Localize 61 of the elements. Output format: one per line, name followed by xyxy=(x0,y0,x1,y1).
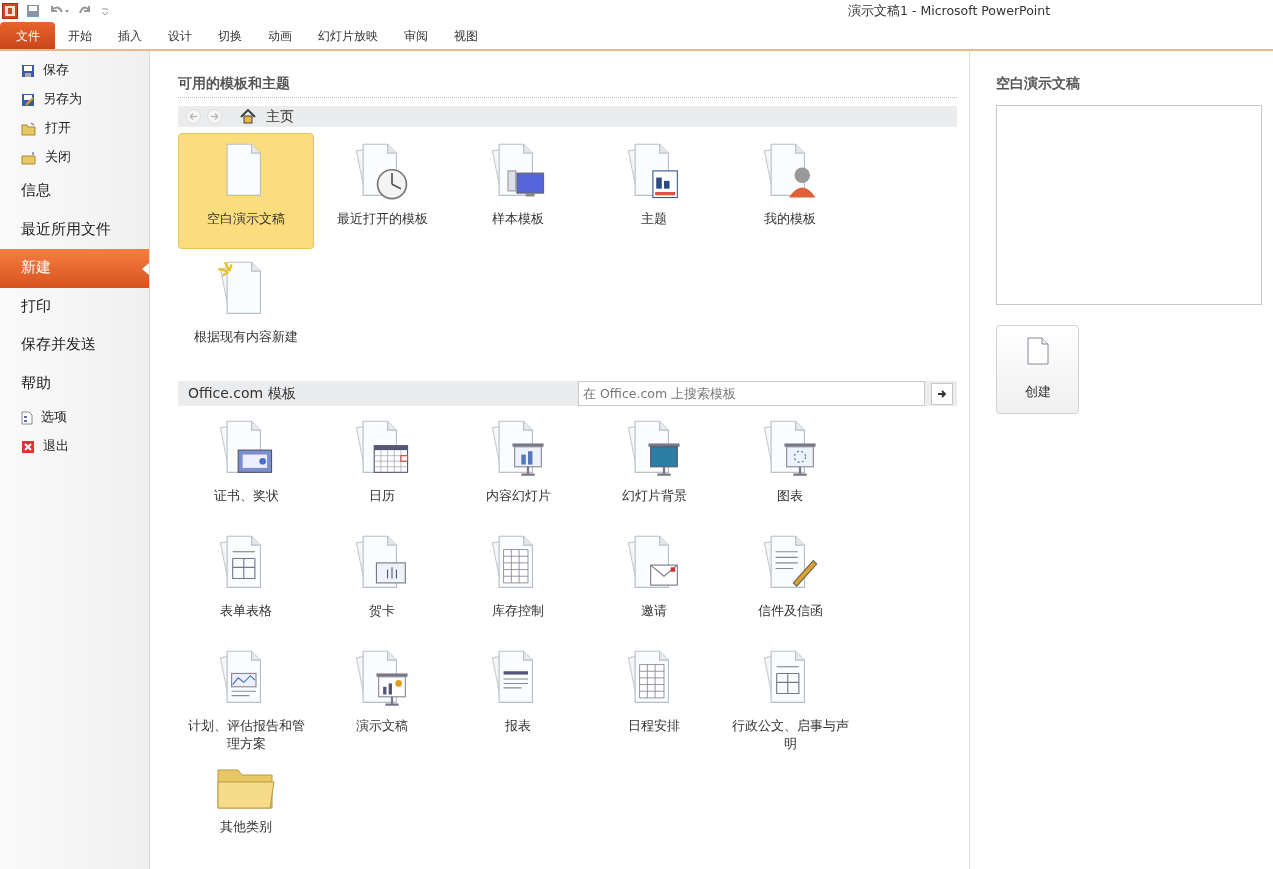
ribbon-tab[interactable]: 插入 xyxy=(105,22,155,49)
template-tile[interactable]: 主题 xyxy=(586,133,722,250)
template-tile[interactable]: 计划、评估报告和管理方案 xyxy=(178,640,314,756)
window-title: 演示文稿1 - Microsoft PowerPoint xyxy=(848,1,1051,20)
folder-icon xyxy=(21,121,37,136)
ribbon-tab[interactable]: 幻灯片放映 xyxy=(305,22,391,49)
app-logo-icon xyxy=(2,3,18,19)
save-icon xyxy=(21,63,35,78)
template-tile[interactable]: 行政公文、启事与声明 xyxy=(722,640,858,756)
template-tile[interactable]: 内容幻灯片 xyxy=(450,410,586,526)
template-tile[interactable]: 样本模板 xyxy=(450,133,586,250)
menu-item[interactable]: 打开 xyxy=(0,114,149,143)
home-icon[interactable] xyxy=(240,109,256,125)
template-tile[interactable]: 证书、奖状 xyxy=(178,410,314,526)
template-tile[interactable]: 邀请 xyxy=(586,525,722,641)
template-tile[interactable]: 根据现有内容新建 xyxy=(178,251,314,368)
ribbon-tab[interactable]: 文件 xyxy=(0,22,55,49)
preview-heading: 空白演示文稿 xyxy=(996,74,1081,93)
save-as-icon xyxy=(21,92,35,107)
template-tile[interactable]: 其他类别 xyxy=(178,755,314,869)
menu-item[interactable]: 另存为 xyxy=(0,85,149,114)
menu-item[interactable]: 帮助 xyxy=(0,364,149,403)
template-tile[interactable]: 信件及信函 xyxy=(722,525,858,641)
arrow-right-icon xyxy=(937,388,947,399)
template-tile[interactable]: 贺卡 xyxy=(314,525,450,641)
ribbon-tab[interactable]: 视图 xyxy=(441,22,491,49)
menu-item[interactable]: 保存 xyxy=(0,56,149,85)
document-icon xyxy=(1026,337,1049,366)
menu-item[interactable]: 打印 xyxy=(0,287,149,326)
breadcrumb: 主页 xyxy=(266,107,294,127)
document-icon xyxy=(21,410,33,425)
ribbon-tab[interactable]: 设计 xyxy=(155,22,205,49)
search-go-button[interactable] xyxy=(931,382,953,405)
template-tile[interactable]: 表单表格 xyxy=(178,525,314,641)
menu-item[interactable]: 信息 xyxy=(0,172,149,211)
template-tile[interactable]: 报表 xyxy=(450,640,586,756)
menu-item[interactable]: 最近所用文件 xyxy=(0,210,149,249)
folder-icon xyxy=(21,150,37,165)
ribbon-tab[interactable]: 审阅 xyxy=(391,22,441,49)
template-tile[interactable]: 我的模板 xyxy=(722,133,858,250)
template-tile[interactable]: 日程安排 xyxy=(586,640,722,756)
search-field[interactable]: 在 Office.com 上搜索模板 xyxy=(578,381,925,407)
section-heading: Office.com 模板 xyxy=(188,384,296,404)
menu-item[interactable]: 关闭 xyxy=(0,143,149,172)
template-tile[interactable]: 最近打开的模板 xyxy=(314,133,450,250)
ribbon-tab[interactable]: 切换 xyxy=(205,22,255,49)
close-icon xyxy=(21,439,35,454)
template-tile[interactable]: 幻灯片背景 xyxy=(586,410,722,526)
create-button[interactable]: 创建 xyxy=(996,325,1079,415)
menu-item[interactable]: 保存并发送 xyxy=(0,326,149,365)
menu-item[interactable]: 退出 xyxy=(0,432,149,461)
ribbon-tab[interactable]: 动画 xyxy=(255,22,305,49)
template-tile[interactable]: 演示文稿 xyxy=(314,640,450,756)
menu-item[interactable]: 选项 xyxy=(0,403,149,432)
ribbon-tab[interactable]: 开始 xyxy=(55,22,105,49)
save-icon[interactable] xyxy=(26,4,40,18)
template-tile[interactable]: 图表 xyxy=(722,410,858,526)
template-tile[interactable]: 空白演示文稿 xyxy=(178,133,314,250)
template-tile[interactable]: 日历 xyxy=(314,410,450,526)
section-heading: 可用的模板和主题 xyxy=(178,73,957,99)
template-tile[interactable]: 库存控制 xyxy=(450,525,586,641)
